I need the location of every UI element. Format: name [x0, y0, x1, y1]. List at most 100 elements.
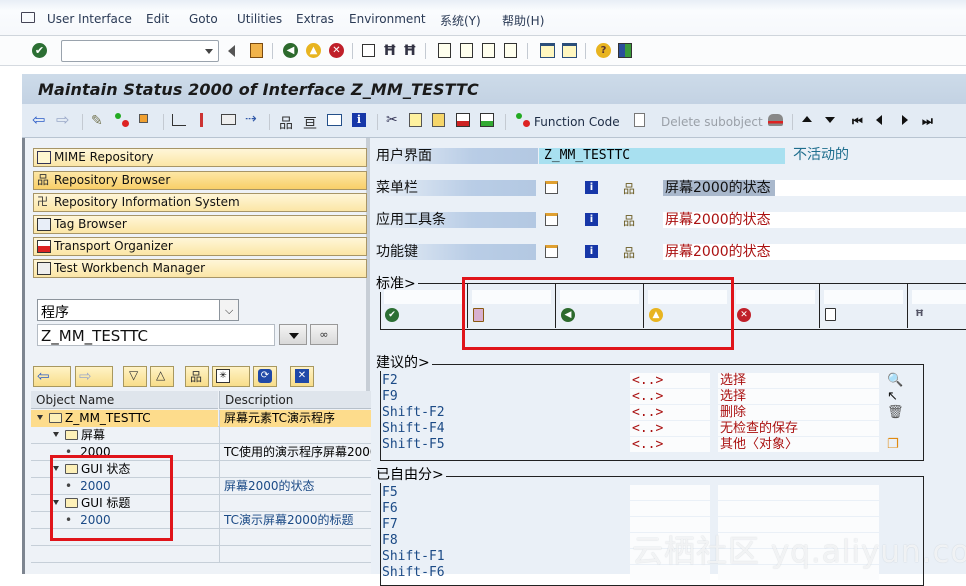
standard-key-input[interactable] — [824, 290, 903, 304]
recommended-key-code[interactable]: <..> — [630, 437, 710, 452]
exit-icon[interactable]: ▲ — [306, 43, 321, 58]
new-session-icon[interactable] — [540, 43, 555, 58]
recommended-key-code[interactable]: <..> — [630, 421, 710, 436]
back-icon[interactable]: ◀ — [283, 43, 298, 58]
recommended-key-text[interactable]: 其他〈对象〉 — [718, 437, 879, 452]
first-icon[interactable]: ⏮ — [852, 114, 863, 129]
column-header-object-name[interactable]: Object Name — [31, 391, 218, 409]
display-glasses-button[interactable]: ∞ — [310, 324, 338, 345]
recommended-key-text[interactable]: 无检查的保存 — [718, 421, 879, 436]
recommended-key-code[interactable]: <..> — [630, 405, 710, 420]
nav-test-workbench-manager[interactable]: Test Workbench Manager — [33, 259, 367, 278]
free-key-code-input[interactable] — [630, 485, 710, 500]
test-icon[interactable] — [221, 114, 236, 125]
command-field[interactable] — [61, 40, 219, 62]
chevron-down-icon[interactable]: ⌵ — [219, 299, 239, 321]
previous-up-icon[interactable] — [802, 116, 812, 122]
command-input[interactable] — [62, 41, 197, 61]
expand-menu-icon[interactable] — [545, 213, 558, 226]
back-nav-icon[interactable] — [228, 45, 235, 57]
insert-row-icon[interactable] — [480, 113, 494, 127]
tree-forward-button[interactable]: ⇨ — [75, 366, 113, 387]
last-page-icon[interactable] — [504, 43, 517, 58]
standard-key-input[interactable] — [912, 290, 966, 304]
tree-cell-name[interactable]: 屏幕 — [31, 427, 218, 444]
menu-user-interface[interactable]: User Interface — [47, 12, 132, 26]
recommended-key-text[interactable]: 选择 — [718, 373, 879, 388]
standard-key-cell[interactable]: ✕ — [732, 283, 820, 328]
info-icon[interactable]: i — [585, 245, 598, 258]
standard-key-cell[interactable]: ✔ — [380, 283, 468, 328]
recommended-key-text[interactable]: 删除 — [718, 405, 879, 420]
next-icon[interactable] — [902, 115, 908, 125]
free-key-text-input[interactable] — [718, 485, 879, 500]
cut-icon[interactable]: ✂ — [386, 112, 398, 128]
nav-repository-information-system[interactable]: 卍 Repository Information System — [33, 193, 367, 212]
tree-row[interactable]: Z_MM_TESTTC 屏幕元素TC演示程序 — [31, 410, 371, 427]
help-icon[interactable]: ? — [596, 43, 611, 58]
menu-utilities[interactable]: Utilities — [237, 12, 282, 26]
column-header-description[interactable]: Description — [219, 391, 371, 409]
info-icon[interactable]: i — [585, 181, 598, 194]
status-row-value[interactable]: 屏幕2000的状态 — [663, 180, 966, 196]
find-next-icon[interactable]: Ħ — [403, 43, 417, 59]
next-down-icon[interactable] — [825, 117, 835, 123]
previous-icon[interactable] — [876, 115, 882, 125]
refresh-button[interactable]: ⟳ — [253, 366, 277, 387]
display-change-icon[interactable]: ✎ — [91, 113, 103, 129]
recommended-key-text[interactable]: 选择 — [718, 389, 879, 404]
menu-extras[interactable]: Extras — [296, 12, 334, 26]
hierarchy-icon[interactable]: 品 — [623, 212, 635, 229]
user-interface-value[interactable]: Z_MM_TESTTC — [539, 148, 785, 164]
standard-key-cell[interactable] — [820, 283, 908, 328]
free-key-text-input[interactable] — [718, 501, 879, 516]
last-icon[interactable]: ⏭ — [922, 114, 933, 129]
nav-repository-browser[interactable]: 品 Repository Browser — [33, 171, 367, 190]
other-object-icon[interactable]: ❐ — [887, 437, 899, 452]
expand-triangle-icon[interactable] — [53, 432, 59, 437]
layout-menu-button[interactable]: ✳ — [212, 366, 250, 387]
tree-cell-name[interactable]: Z_MM_TESTTC — [31, 410, 218, 427]
menu-environment[interactable]: Environment — [349, 12, 426, 26]
print-icon[interactable] — [362, 44, 375, 57]
copy-icon[interactable] — [409, 113, 422, 127]
close-tree-button[interactable]: ✕ — [290, 366, 314, 387]
object-type-select[interactable]: 程序 ⌵ — [37, 299, 239, 321]
delete-row-icon[interactable] — [456, 113, 470, 127]
hierarchy-icon[interactable]: 品 — [279, 113, 293, 133]
free-key-code-input[interactable] — [630, 501, 710, 516]
navigate-icon[interactable]: ⇢ — [245, 111, 257, 127]
hierarchy-icon[interactable]: 品 — [623, 180, 635, 197]
expand-all-button[interactable]: ▽ — [123, 366, 147, 387]
cancel-icon[interactable]: ✕ — [329, 43, 344, 58]
menu-icon[interactable] — [21, 12, 35, 23]
standard-key-cell[interactable]: Ħ — [908, 283, 966, 328]
tree-row[interactable]: 屏幕 — [31, 427, 371, 444]
tree-node-label[interactable]: 屏幕 — [81, 428, 105, 442]
expand-triangle-icon[interactable] — [37, 415, 43, 420]
collapse-all-button[interactable]: △ — [150, 366, 174, 387]
recommended-key-code[interactable]: <..> — [630, 373, 710, 388]
back-arrow-icon[interactable]: ⇦ — [32, 112, 45, 128]
status-row-value[interactable]: 屏幕2000的状态 — [663, 244, 966, 260]
function-code-button[interactable]: Function Code — [534, 115, 620, 129]
select-pointer-icon[interactable]: ↖ — [887, 389, 898, 404]
function-code-icon[interactable] — [516, 113, 530, 127]
other-object-icon[interactable] — [139, 114, 148, 123]
function-list-icon[interactable] — [327, 114, 342, 126]
shortcut-icon[interactable] — [562, 43, 577, 58]
where-used-icon[interactable] — [200, 113, 203, 127]
menu-system[interactable]: 系统(Y) — [440, 12, 481, 29]
standard-key-input[interactable] — [736, 290, 815, 304]
previous-page-icon[interactable] — [460, 43, 473, 58]
activate-icon[interactable] — [115, 113, 129, 127]
paste-icon[interactable] — [432, 113, 445, 127]
info-icon[interactable]: i — [585, 213, 598, 226]
menu-edit[interactable]: Edit — [146, 12, 169, 26]
nav-transport-organizer[interactable]: Transport Organizer — [33, 237, 367, 256]
magnify-icon[interactable]: 🔍 — [887, 373, 903, 388]
trash-icon[interactable]: 🗑 — [887, 405, 904, 420]
object-name-dropdown-button[interactable] — [279, 324, 307, 345]
hat-icon[interactable] — [768, 114, 783, 126]
status-row-value[interactable]: 屏幕2000的状态 — [663, 212, 966, 228]
